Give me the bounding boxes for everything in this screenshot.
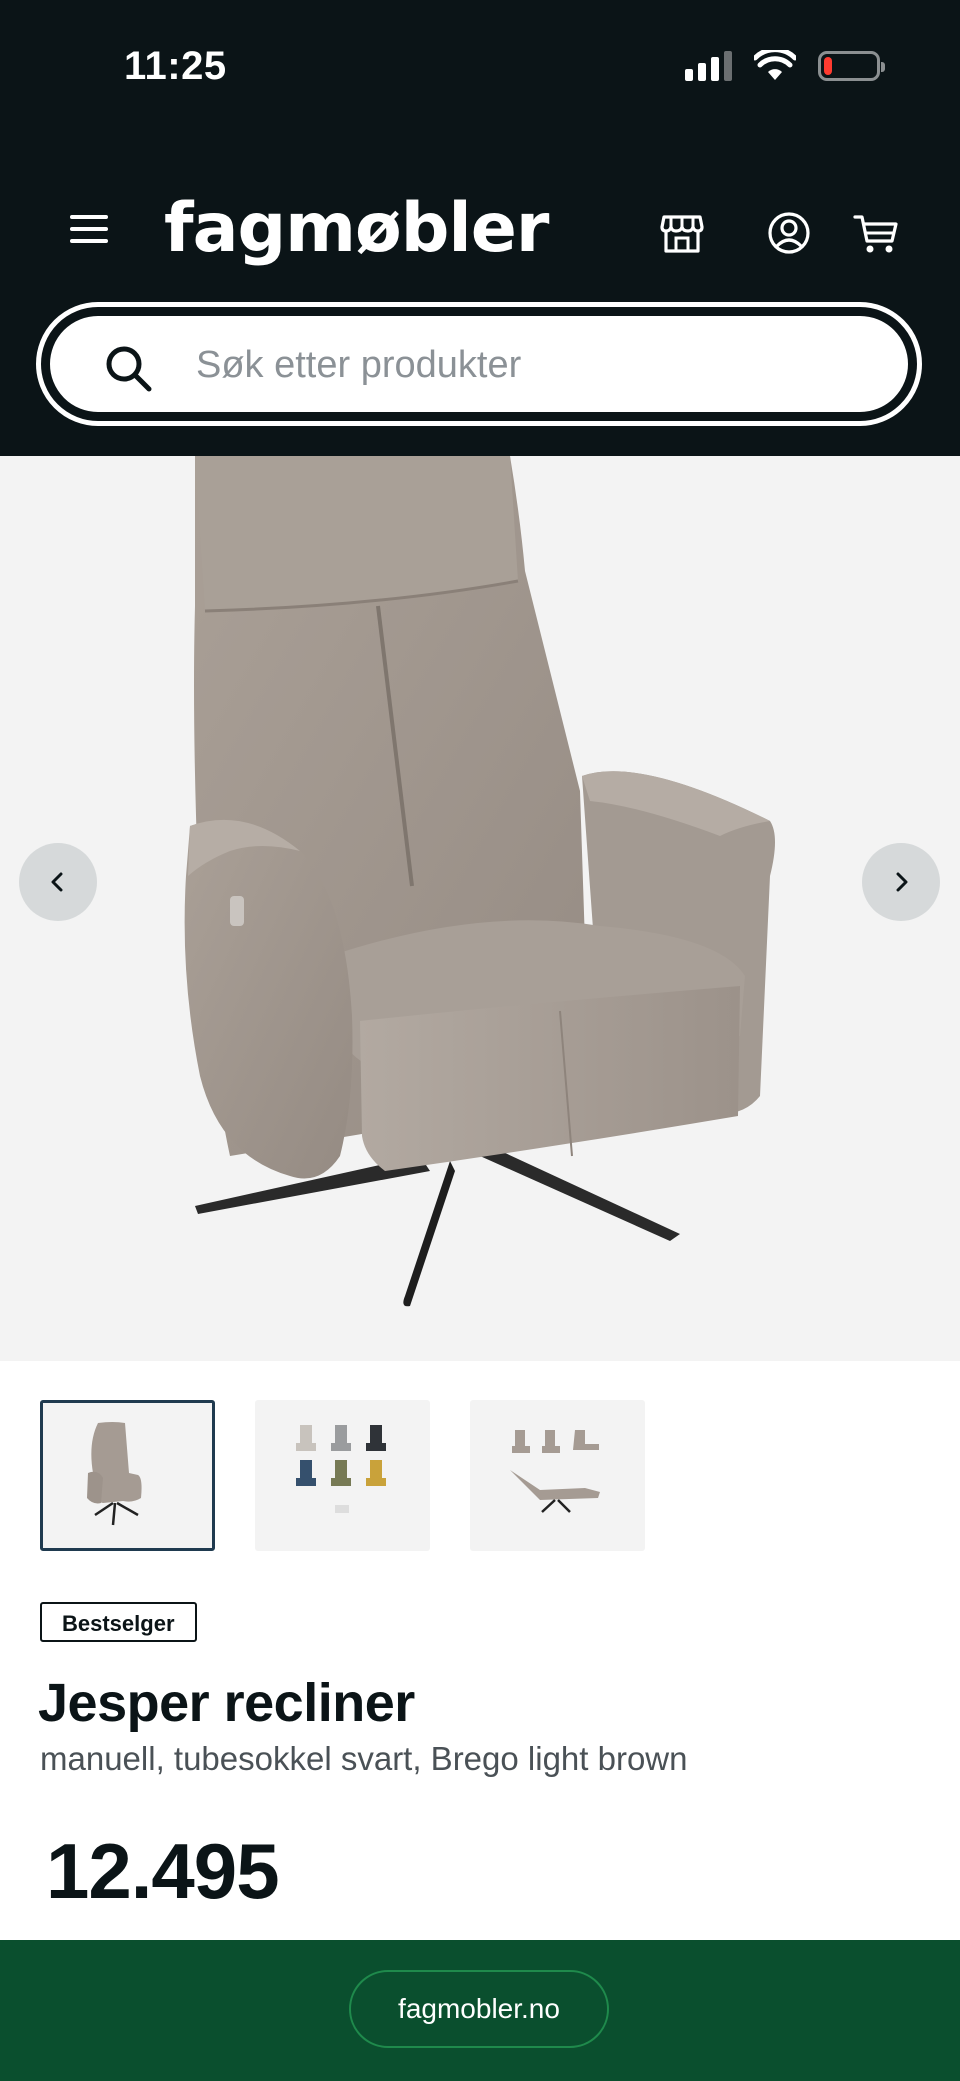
thumbnail-1[interactable]	[40, 1400, 215, 1551]
bestseller-badge: Bestselger	[40, 1602, 197, 1642]
thumbnail-image	[510, 1430, 600, 1513]
browser-bar: fagmobler.no	[0, 1940, 960, 2081]
store-icon[interactable]	[658, 209, 706, 257]
url-pill[interactable]: fagmobler.no	[349, 1970, 609, 2048]
chevron-left-icon	[51, 872, 63, 892]
thumbnail-image	[87, 1422, 142, 1526]
logo[interactable]: fagmøbler	[164, 189, 549, 268]
status-time: 11:25	[124, 44, 227, 88]
thumbnail-image	[296, 1425, 386, 1513]
search-input[interactable]	[194, 316, 878, 414]
search-field[interactable]	[47, 313, 911, 415]
cart-icon[interactable]	[852, 209, 900, 257]
wifi-icon	[754, 50, 796, 80]
previous-image-button[interactable]	[19, 843, 97, 921]
menu-icon[interactable]	[70, 215, 110, 247]
top-navigation: fagmøbler	[0, 189, 960, 275]
status-icons	[685, 50, 885, 82]
product-price: 12.495	[46, 1827, 280, 1915]
thumbnail-2[interactable]	[255, 1400, 430, 1551]
product-image	[184, 456, 775, 1307]
thumbnail-list	[40, 1400, 645, 1551]
product-image-carousel[interactable]	[0, 456, 960, 1361]
battery-level	[824, 57, 832, 75]
product-variant: manuell, tubesokkel svart, Brego light b…	[40, 1740, 688, 1777]
battery-low-icon	[818, 51, 885, 81]
next-image-button[interactable]	[862, 843, 940, 921]
account-icon[interactable]	[765, 209, 813, 257]
cellular-signal-icon	[685, 51, 732, 81]
search-bar	[36, 302, 922, 426]
chevron-right-icon	[896, 872, 908, 892]
search-icon[interactable]	[104, 344, 154, 394]
site-header: 11:25 fagmøbler	[0, 0, 960, 456]
product-title: Jesper recliner	[38, 1673, 415, 1733]
thumbnail-3[interactable]	[470, 1400, 645, 1551]
